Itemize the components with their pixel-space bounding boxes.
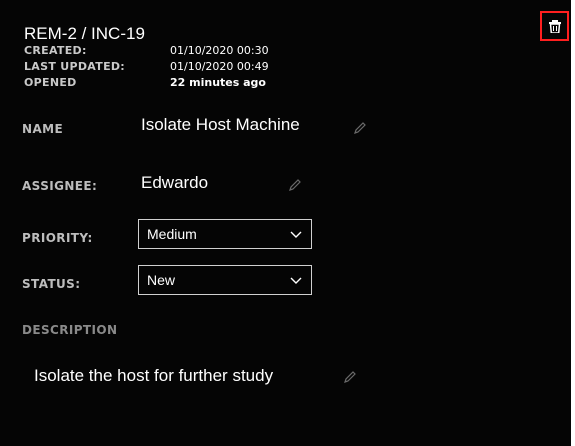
priority-select[interactable]: Medium [138,219,312,249]
status-label: STATUS: [22,277,81,291]
created-value: 01/10/2020 00:30 [170,44,269,57]
status-selected-value: New [147,272,176,288]
pencil-icon[interactable] [353,121,367,135]
last-updated-label: LAST UPDATED: [24,60,126,73]
name-value[interactable]: Isolate Host Machine [141,115,300,135]
created-label: CREATED: [24,44,87,57]
assignee-label: ASSIGNEE: [22,179,98,193]
chevron-down-icon [290,231,302,238]
delete-button[interactable] [540,11,569,41]
incident-title: REM-2 / INC-19 [24,24,145,43]
opened-label: OPENED [24,76,77,89]
last-updated-value: 01/10/2020 00:49 [170,60,269,73]
description-label: DESCRIPTION [22,323,118,337]
opened-value: 22 minutes ago [170,76,266,89]
priority-selected-value: Medium [147,226,197,242]
incident-panel: REM-2 / INC-19 CREATED: 01/10/2020 00:30… [0,0,571,446]
chevron-down-icon [290,277,302,284]
pencil-icon[interactable] [288,178,302,192]
assignee-value[interactable]: Edwardo [141,173,208,193]
pencil-icon[interactable] [343,370,357,384]
description-value[interactable]: Isolate the host for further study [34,366,273,386]
trash-icon [549,20,561,33]
priority-label: PRIORITY: [22,231,93,245]
status-select[interactable]: New [138,265,312,295]
name-label: NAME [22,122,64,136]
